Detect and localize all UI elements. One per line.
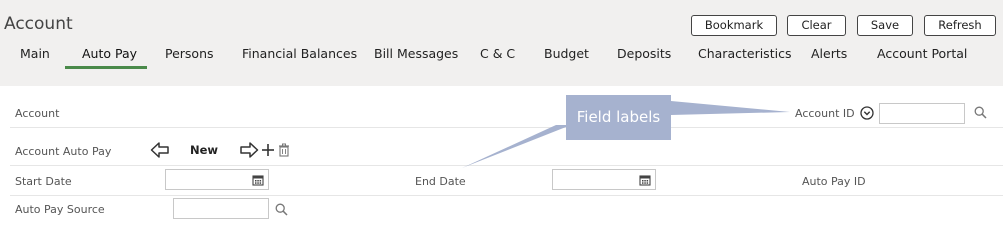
field-labels-callout: Field labels bbox=[566, 95, 671, 140]
callout-pointers bbox=[462, 101, 790, 168]
